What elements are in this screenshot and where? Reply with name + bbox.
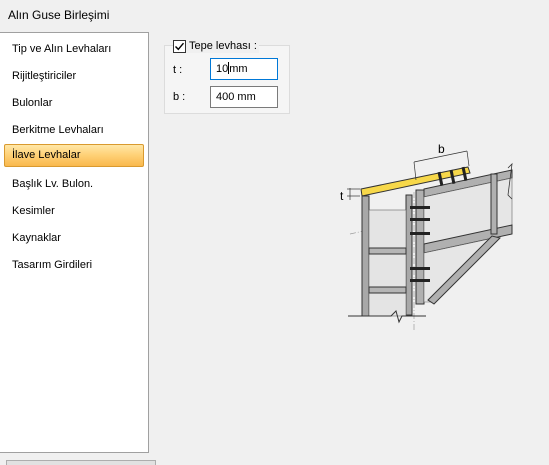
- checkmark-icon: [175, 42, 185, 50]
- window-title: Alın Guse Birleşimi: [8, 8, 110, 22]
- b-label: b :: [173, 91, 186, 103]
- dimension-t-label: t: [340, 189, 344, 203]
- t-input[interactable]: 10mm: [210, 58, 278, 80]
- t-input-value: 10: [216, 63, 229, 75]
- t-input-unit: mm: [229, 63, 248, 75]
- top-plate-checkbox-row[interactable]: Tepe levhası :: [173, 39, 259, 53]
- sidebar-item-tip-ve-alin-levhalari[interactable]: Tip ve Alın Levhaları: [4, 38, 144, 61]
- sidebar-item-kesimler[interactable]: Kesimler: [4, 200, 144, 223]
- sidebar-item-bulonlar[interactable]: Bulonlar: [4, 92, 144, 115]
- dimension-b-label: b: [438, 142, 445, 156]
- b-input[interactable]: 400 mm: [210, 86, 278, 108]
- sidebar-item-ilave-levhalar[interactable]: İlave Levhalar: [4, 144, 144, 167]
- sidebar-item-tasarim-girdileri[interactable]: Tasarım Girdileri: [4, 254, 144, 277]
- sidebar-item-rijitlestiriciler[interactable]: Rijitleştiriciler: [4, 65, 144, 88]
- t-label: t :: [173, 64, 183, 76]
- sidebar-item-berkitme-levhalari[interactable]: Berkitme Levhaları: [4, 119, 144, 142]
- sidebar-nav: Tip ve Alın Levhaları Rijitleştiriciler …: [0, 32, 149, 453]
- sidebar-item-baslik-lv-bulon[interactable]: Başlık Lv. Bulon.: [4, 173, 144, 196]
- connection-diagram: b t: [340, 142, 513, 330]
- sidebar-item-kaynaklar[interactable]: Kaynaklar: [4, 227, 144, 250]
- bottom-button[interactable]: [6, 460, 156, 465]
- top-plate-checkbox-label: Tepe levhası :: [189, 40, 257, 52]
- top-plate-checkbox[interactable]: [173, 39, 186, 53]
